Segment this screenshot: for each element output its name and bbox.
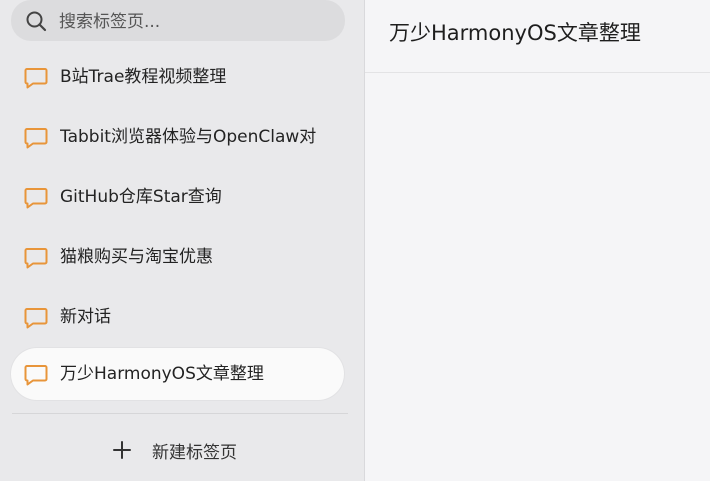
chat-bubble-icon xyxy=(24,68,48,89)
chat-bubble-icon xyxy=(24,188,48,209)
search-box[interactable] xyxy=(11,0,345,41)
tab-item-label: Tabbit浏览器体验与OpenClaw对 xyxy=(60,127,317,147)
chat-bubble-icon xyxy=(24,128,48,149)
tab-item[interactable]: Tabbit浏览器体验与OpenClaw对 xyxy=(11,111,344,163)
plus-icon xyxy=(113,441,131,459)
divider xyxy=(12,413,348,414)
new-tab-label: 新建标签页 xyxy=(152,442,237,463)
chat-bubble-icon xyxy=(24,365,48,386)
tab-item[interactable]: GitHub仓库Star查询 xyxy=(11,171,344,223)
tab-item[interactable]: 猫粮购买与淘宝优惠 xyxy=(11,231,344,283)
chat-bubble-icon xyxy=(24,308,48,329)
chat-bubble-icon xyxy=(24,248,48,269)
tab-item-label: 万少HarmonyOS文章整理 xyxy=(60,364,264,384)
search-input[interactable] xyxy=(57,8,331,36)
tab-item-label: 猫粮购买与淘宝优惠 xyxy=(60,247,213,267)
tab-item-label: 新对话 xyxy=(60,307,111,327)
sidebar: B站Trae教程视频整理 Tabbit浏览器体验与OpenClaw对 GitHu… xyxy=(0,0,365,481)
tab-item[interactable]: 新对话 xyxy=(11,291,344,343)
tab-item-active[interactable]: 万少HarmonyOS文章整理 xyxy=(11,348,344,400)
main-header: 万少HarmonyOS文章整理 xyxy=(365,0,710,73)
main-panel: 万少HarmonyOS文章整理 xyxy=(365,0,710,481)
search-icon xyxy=(26,11,47,32)
new-tab-button[interactable]: 新建标签页 xyxy=(112,432,237,468)
tab-item-label: B站Trae教程视频整理 xyxy=(60,67,227,87)
tab-item-label: GitHub仓库Star查询 xyxy=(60,187,222,207)
page-title: 万少HarmonyOS文章整理 xyxy=(389,21,641,45)
tab-item[interactable]: B站Trae教程视频整理 xyxy=(11,51,344,103)
